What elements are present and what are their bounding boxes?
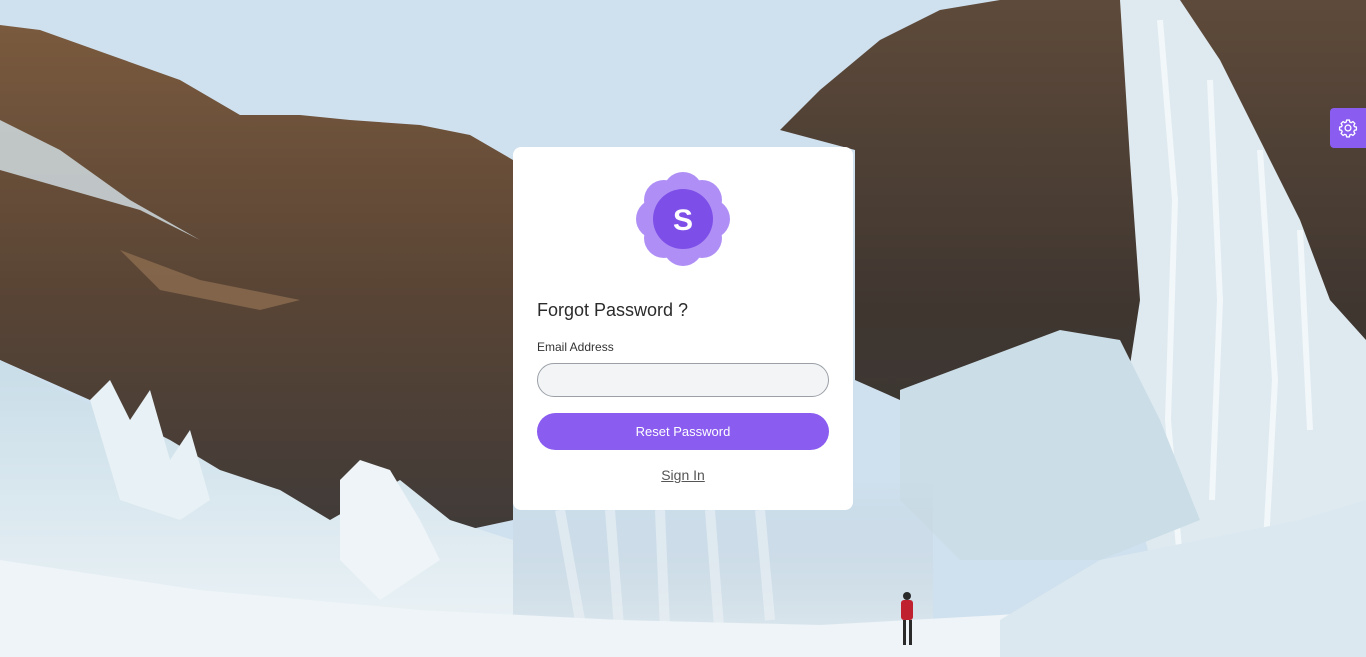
settings-button[interactable] [1330, 108, 1366, 148]
signin-link[interactable]: Sign In [661, 467, 705, 483]
reset-password-button[interactable]: Reset Password [537, 413, 829, 450]
page-title: Forgot Password ? [537, 300, 689, 320]
email-field[interactable] [537, 363, 829, 397]
signin-link-container: Sign In [513, 467, 853, 483]
email-label: Email Address [537, 340, 614, 354]
logo-letter: S [673, 204, 693, 237]
gear-icon [1338, 119, 1358, 138]
brand-logo: S [636, 172, 730, 266]
forgot-password-card: S Forgot Password ? Email Address Reset … [513, 147, 853, 510]
